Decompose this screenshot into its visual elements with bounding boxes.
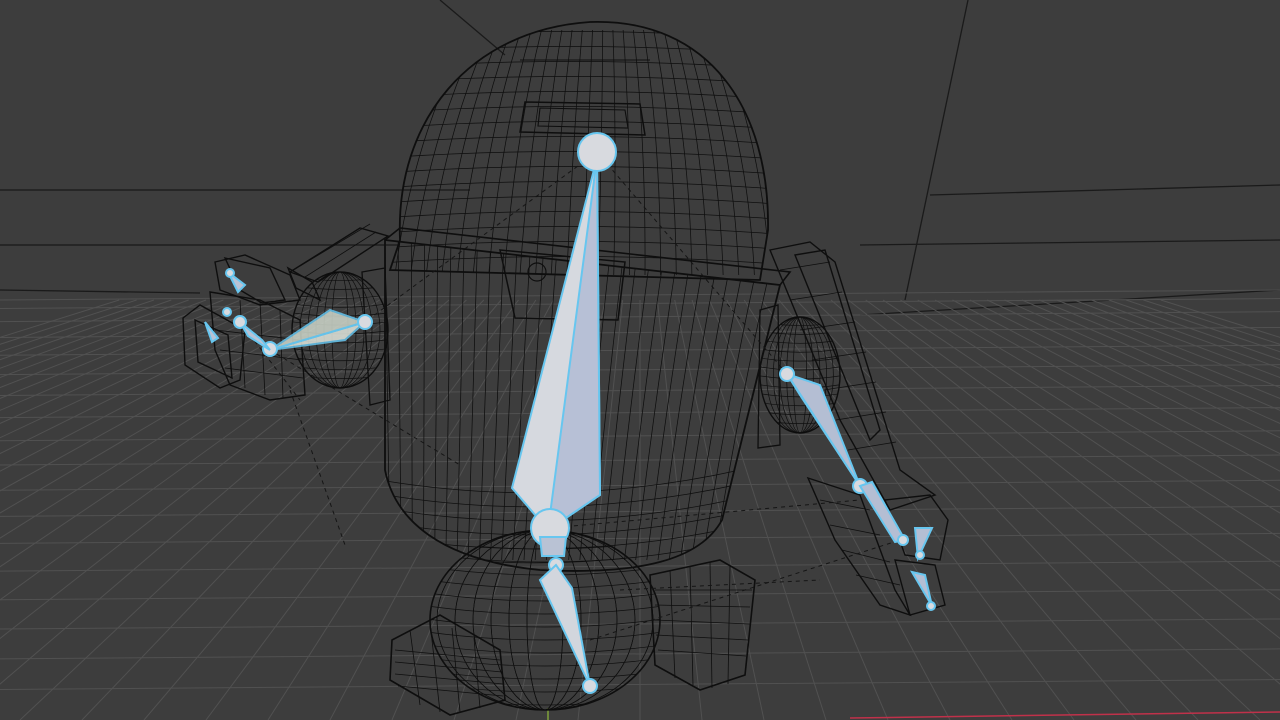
viewport-canvas[interactable]	[0, 0, 1280, 720]
3d-viewport[interactable]	[0, 0, 1280, 720]
